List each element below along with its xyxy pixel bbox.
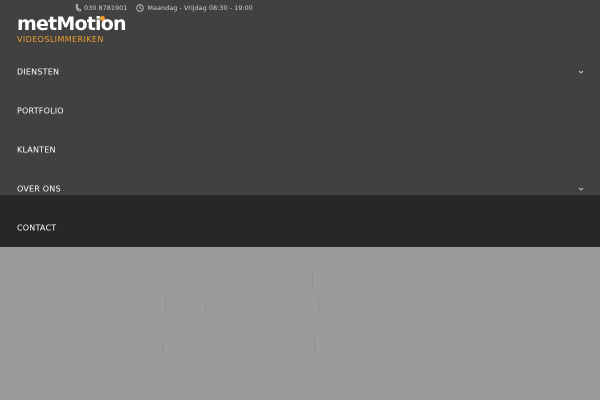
background-streak — [165, 297, 166, 311]
background-streak — [162, 343, 163, 353]
logo-tagline: VIDEOSLIMMERIKEN — [17, 35, 104, 44]
background-streak — [318, 298, 319, 312]
background-streak — [312, 270, 313, 286]
logo-accent-dot — [100, 16, 105, 21]
nav-item-over-ons[interactable]: OVER ONS — [0, 169, 600, 208]
top-info-bar: 030 8781901 Maandag - Vrijdag 08:30 - 19… — [75, 3, 253, 13]
logo-text: metMotion — [17, 13, 127, 35]
background-streak — [205, 303, 206, 311]
phone-icon — [75, 4, 81, 12]
nav-item-portfolio[interactable]: PORTFOLIO — [0, 91, 600, 130]
clock-icon — [136, 4, 145, 12]
chevron-down-icon[interactable] — [578, 186, 584, 192]
nav-item-label: KLANTEN — [17, 145, 56, 154]
opening-hours-text: Maandag - Vrijdag 08:30 - 19:00 — [147, 4, 253, 12]
chevron-down-icon[interactable] — [578, 69, 584, 75]
site-logo[interactable]: metMotion VIDEOSLIMMERIKEN — [17, 13, 127, 45]
nav-item-label: PORTFOLIO — [17, 106, 64, 115]
phone-number: 030 8781901 — [84, 4, 128, 12]
phone-contact[interactable]: 030 8781901 — [75, 4, 127, 12]
background-streak — [314, 338, 315, 356]
nav-item-label: OVER ONS — [17, 184, 61, 193]
nav-item-contact[interactable]: CONTACT — [0, 208, 600, 247]
nav-item-klanten[interactable]: KLANTEN — [0, 130, 600, 169]
nav-item-label: CONTACT — [17, 223, 57, 232]
nav-item-diensten[interactable]: DIENSTEN — [0, 52, 600, 91]
nav-item-label: DIENSTEN — [17, 67, 60, 76]
opening-hours: Maandag - Vrijdag 08:30 - 19:00 — [136, 4, 253, 12]
